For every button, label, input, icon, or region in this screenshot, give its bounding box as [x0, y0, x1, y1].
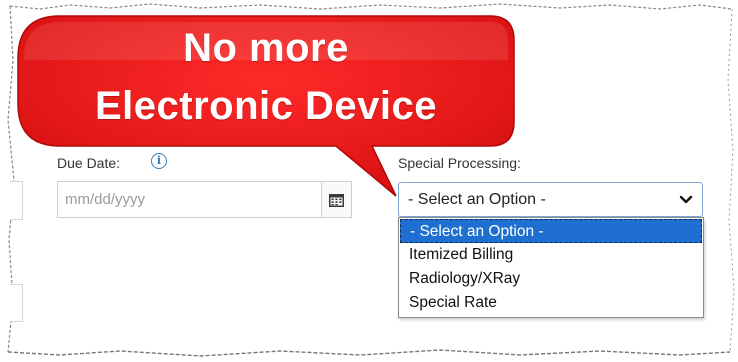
- callout-line-1: No more: [183, 26, 349, 70]
- callout-line-2: Electronic Device: [95, 84, 437, 128]
